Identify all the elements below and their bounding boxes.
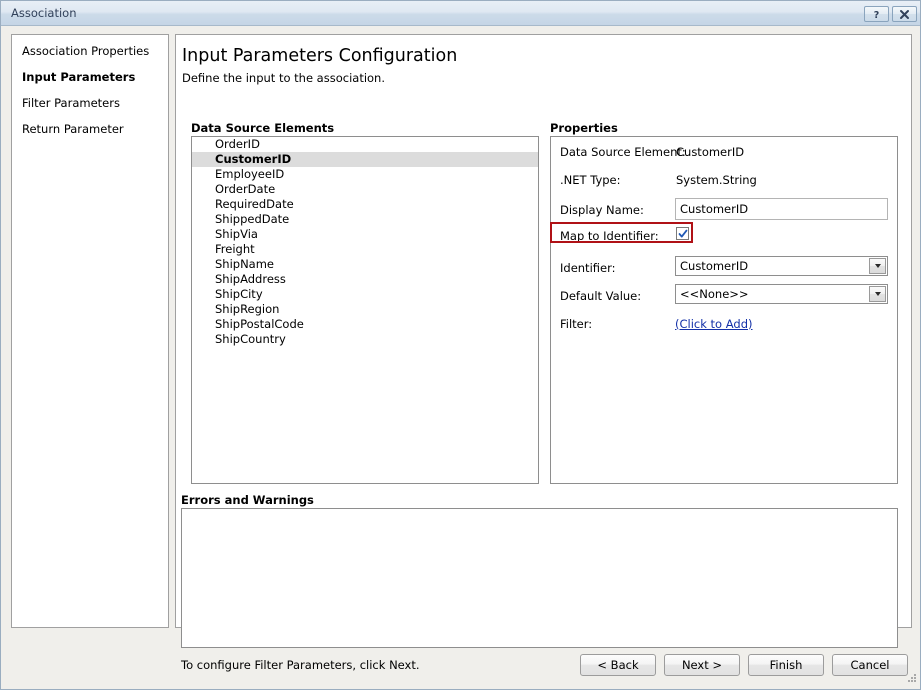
map-to-identifier-label: Map to Identifier: — [560, 229, 659, 243]
display-name-field[interactable]: CustomerID — [675, 198, 888, 220]
list-item[interactable]: CustomerID — [192, 152, 538, 167]
close-icon — [900, 9, 909, 19]
wizard-step-nav: Association Properties Input Parameters … — [11, 34, 169, 628]
chevron-down-icon[interactable] — [869, 286, 886, 302]
default-value-value: <<None>> — [680, 287, 749, 301]
list-item[interactable]: ShipCity — [192, 287, 538, 302]
window-title: Association — [11, 6, 77, 20]
errors-and-warnings-label: Errors and Warnings — [181, 493, 314, 507]
net-type-label: .NET Type: — [560, 173, 621, 187]
list-item[interactable]: ShipPostalCode — [192, 317, 538, 332]
sidebar-item-input-parameters[interactable]: Input Parameters — [22, 70, 135, 84]
data-source-element-value: CustomerID — [676, 145, 745, 159]
identifier-label: Identifier: — [560, 261, 616, 275]
list-item[interactable]: OrderID — [192, 137, 538, 152]
filter-label: Filter: — [560, 317, 593, 331]
sidebar-item-association-properties[interactable]: Association Properties — [22, 44, 149, 58]
main-content-panel: Input Parameters Configuration Define th… — [175, 34, 912, 672]
association-dialog-window: Association ? Association Properties Inp… — [0, 0, 921, 690]
help-button[interactable]: ? — [864, 6, 889, 22]
chevron-down-icon[interactable] — [869, 258, 886, 274]
map-to-identifier-checkbox[interactable] — [676, 227, 689, 240]
sidebar-item-filter-parameters[interactable]: Filter Parameters — [22, 96, 120, 110]
list-item[interactable]: EmployeeID — [192, 167, 538, 182]
data-source-elements-label: Data Source Elements — [191, 121, 335, 135]
close-button[interactable] — [892, 6, 917, 22]
net-type-value: System.String — [676, 173, 757, 187]
list-item[interactable]: ShipAddress — [192, 272, 538, 287]
list-item[interactable]: OrderDate — [192, 182, 538, 197]
page-title: Input Parameters Configuration — [182, 46, 458, 66]
identifier-combobox[interactable]: CustomerID — [675, 256, 888, 276]
filter-click-to-add-link[interactable]: (Click to Add) — [675, 317, 753, 331]
display-name-label: Display Name: — [560, 203, 644, 217]
list-item[interactable]: ShipName — [192, 257, 538, 272]
default-value-label: Default Value: — [560, 289, 642, 303]
data-source-elements-list[interactable]: OrderID CustomerID EmployeeID OrderDate … — [191, 136, 539, 484]
back-button[interactable]: < Back — [580, 654, 656, 676]
svg-text:?: ? — [874, 10, 880, 20]
properties-label: Properties — [550, 121, 618, 135]
title-bar: Association ? — [1, 1, 920, 26]
list-item[interactable]: ShipCountry — [192, 332, 538, 347]
checkmark-icon — [678, 229, 687, 237]
identifier-value: CustomerID — [680, 259, 749, 273]
data-source-element-label: Data Source Element: — [560, 145, 686, 159]
sidebar-item-return-parameter[interactable]: Return Parameter — [22, 122, 124, 136]
default-value-combobox[interactable]: <<None>> — [675, 284, 888, 304]
list-item[interactable]: RequiredDate — [192, 197, 538, 212]
status-text: To configure Filter Parameters, click Ne… — [181, 658, 420, 672]
resize-grip[interactable] — [905, 674, 917, 686]
errors-and-warnings-box[interactable] — [181, 508, 898, 648]
list-item[interactable]: ShipVia — [192, 227, 538, 242]
properties-panel: Data Source Element: CustomerID .NET Typ… — [550, 136, 898, 484]
question-mark-icon: ? — [874, 10, 880, 20]
page-subtitle: Define the input to the association. — [182, 71, 386, 85]
next-button[interactable]: Next > — [664, 654, 740, 676]
list-item[interactable]: ShipRegion — [192, 302, 538, 317]
cancel-button[interactable]: Cancel — [832, 654, 908, 676]
list-item[interactable]: ShippedDate — [192, 212, 538, 227]
list-item[interactable]: Freight — [192, 242, 538, 257]
finish-button[interactable]: Finish — [748, 654, 824, 676]
